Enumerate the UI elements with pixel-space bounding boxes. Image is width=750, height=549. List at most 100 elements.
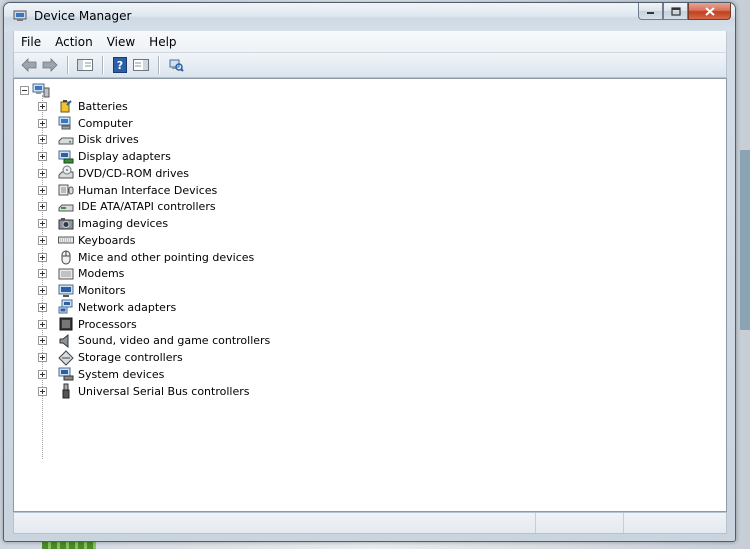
expand-toggle[interactable] xyxy=(38,353,47,363)
computer-root-icon xyxy=(32,83,50,98)
tree-item-label: Processors xyxy=(78,317,137,331)
maximize-icon xyxy=(670,6,681,16)
menu-file[interactable]: File xyxy=(14,35,48,49)
expand-toggle[interactable] xyxy=(38,286,47,296)
monitor-icon xyxy=(58,283,74,299)
background-window-edge xyxy=(740,150,750,330)
tree-item-label: Universal Serial Bus controllers xyxy=(78,384,250,398)
close-button[interactable] xyxy=(688,3,731,20)
svg-text:?: ? xyxy=(117,59,123,72)
tree-item-label: Imaging devices xyxy=(78,217,169,231)
toolbar-separator xyxy=(102,56,104,74)
status-bar xyxy=(13,512,727,534)
tree-item-label: Network adapters xyxy=(78,300,177,314)
toolbar-separator xyxy=(158,56,160,74)
expand-toggle[interactable] xyxy=(38,219,47,229)
tree-item[interactable]: Imaging devices xyxy=(14,215,726,232)
tree-root-node[interactable] xyxy=(20,82,50,98)
keyboard-icon xyxy=(58,232,74,248)
show-hide-console-tree-button[interactable] xyxy=(75,55,95,75)
tree-item-label: Sound, video and game controllers xyxy=(78,334,271,348)
help-icon: ? xyxy=(113,57,127,73)
tree-item[interactable]: Keyboards xyxy=(14,232,726,249)
tree-item[interactable]: Modems xyxy=(14,266,726,283)
tree-item-label: Computer xyxy=(78,116,133,130)
menu-bar: File Action View Help xyxy=(13,31,727,52)
expand-toggle[interactable] xyxy=(38,118,47,128)
expand-toggle[interactable] xyxy=(38,252,47,262)
minimize-button[interactable] xyxy=(638,3,663,20)
hid-icon xyxy=(58,182,74,198)
battery-icon xyxy=(58,98,74,114)
toolbar-separator xyxy=(67,56,69,74)
expand-toggle[interactable] xyxy=(38,336,47,346)
expand-toggle[interactable] xyxy=(38,135,47,145)
processor-icon xyxy=(58,316,74,332)
forward-arrow-icon xyxy=(42,58,58,72)
expand-toggle[interactable] xyxy=(38,386,47,396)
tree-item[interactable]: Computer xyxy=(14,115,726,132)
device-manager-icon xyxy=(13,10,27,21)
expand-toggle[interactable] xyxy=(38,319,47,329)
usb-icon xyxy=(58,383,74,399)
tree-item[interactable]: Universal Serial Bus controllers xyxy=(14,383,726,400)
maximize-button[interactable] xyxy=(663,3,688,20)
ide-controller-icon xyxy=(58,199,74,215)
tree-item[interactable]: Sound, video and game controllers xyxy=(14,333,726,350)
title-bar[interactable]: Device Manager xyxy=(4,3,735,31)
tree-item-label: Human Interface Devices xyxy=(78,183,218,197)
back-button[interactable] xyxy=(19,55,39,75)
tree-item-label: Modems xyxy=(78,267,125,281)
back-arrow-icon xyxy=(21,58,37,72)
mouse-icon xyxy=(58,249,74,265)
tree-item[interactable]: Storage controllers xyxy=(14,349,726,366)
tree-item-label: Keyboards xyxy=(78,233,136,247)
device-tree-pane[interactable]: Batteries Computer Disk drives Display a… xyxy=(13,78,727,512)
scan-hardware-icon xyxy=(169,59,184,72)
minimize-icon xyxy=(647,12,654,14)
help-button[interactable]: ? xyxy=(110,55,130,75)
expand-toggle[interactable] xyxy=(38,269,47,279)
expand-toggle[interactable] xyxy=(38,185,47,195)
menu-help[interactable]: Help xyxy=(142,35,183,49)
menu-action[interactable]: Action xyxy=(48,35,100,49)
tree-item[interactable]: Mice and other pointing devices xyxy=(14,249,726,266)
expand-toggle[interactable] xyxy=(38,302,47,312)
tree-item[interactable]: IDE ATA/ATAPI controllers xyxy=(14,199,726,216)
expand-toggle[interactable] xyxy=(38,369,47,379)
expand-toggle[interactable] xyxy=(38,101,47,111)
window-title: Device Manager xyxy=(34,9,132,23)
tree-item-label: IDE ATA/ATAPI controllers xyxy=(78,200,216,214)
close-icon xyxy=(704,6,715,16)
tree-item[interactable]: Processors xyxy=(14,316,726,333)
tree-item-label: Storage controllers xyxy=(78,351,183,365)
tree-item[interactable]: Monitors xyxy=(14,282,726,299)
imaging-device-icon xyxy=(58,216,74,232)
tree-item[interactable]: Human Interface Devices xyxy=(14,182,726,199)
scan-hardware-changes-button[interactable] xyxy=(166,55,186,75)
computer-icon xyxy=(58,115,74,131)
tree-item[interactable]: Disk drives xyxy=(14,132,726,149)
tree-item-label: Disk drives xyxy=(78,133,139,147)
toolbar: ? xyxy=(13,52,727,78)
tree-item[interactable]: Display adapters xyxy=(14,148,726,165)
status-pane-tertiary xyxy=(624,513,726,533)
menu-view[interactable]: View xyxy=(100,35,142,49)
tree-item[interactable]: DVD/CD-ROM drives xyxy=(14,165,726,182)
tree-item[interactable]: Batteries xyxy=(14,98,726,115)
expand-toggle[interactable] xyxy=(38,152,47,162)
tree-item[interactable]: System devices xyxy=(14,366,726,383)
storage-controller-icon xyxy=(58,349,74,366)
action-pane-icon xyxy=(133,59,149,71)
system-device-icon xyxy=(58,366,74,382)
tree-item[interactable]: Network adapters xyxy=(14,299,726,316)
expand-toggle[interactable] xyxy=(38,168,47,178)
dvd-drive-icon xyxy=(58,165,74,181)
show-hide-action-pane-button[interactable] xyxy=(131,55,151,75)
disk-drive-icon xyxy=(58,132,74,148)
expand-toggle[interactable] xyxy=(38,202,47,212)
expand-toggle[interactable] xyxy=(38,235,47,245)
collapse-toggle[interactable] xyxy=(20,85,29,95)
forward-button[interactable] xyxy=(40,55,60,75)
display-adapter-icon xyxy=(58,149,74,165)
